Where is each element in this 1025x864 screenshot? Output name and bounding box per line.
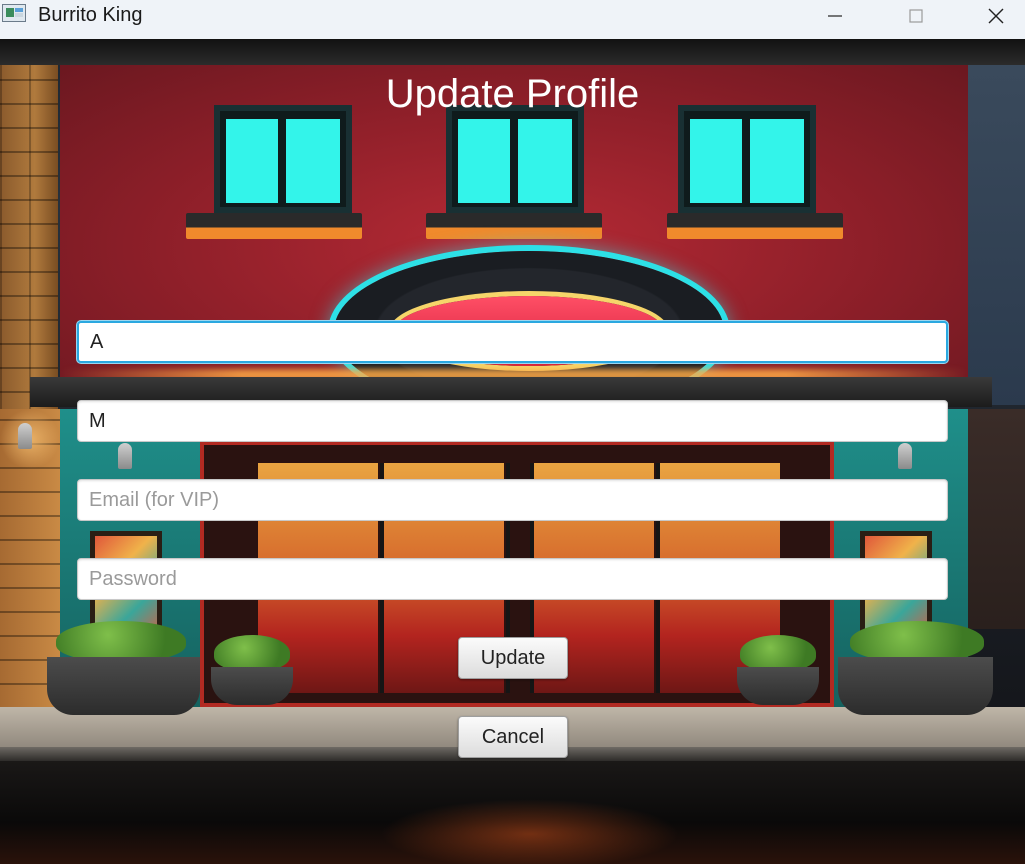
password-field[interactable] bbox=[77, 558, 948, 600]
email-field[interactable] bbox=[77, 479, 948, 521]
first-name-field[interactable] bbox=[77, 321, 948, 363]
page-title: Update Profile bbox=[385, 72, 640, 116]
minimize-icon[interactable] bbox=[812, 0, 858, 32]
window-title: Burrito King bbox=[38, 4, 143, 26]
app-window-icon bbox=[2, 4, 26, 22]
last-name-field[interactable] bbox=[77, 400, 948, 442]
window-title-bar: Burrito King bbox=[0, 0, 1025, 39]
close-icon[interactable] bbox=[973, 0, 1019, 32]
maximize-icon[interactable] bbox=[893, 0, 939, 32]
update-button[interactable]: Update bbox=[458, 637, 568, 679]
cancel-button[interactable]: Cancel bbox=[458, 716, 568, 758]
